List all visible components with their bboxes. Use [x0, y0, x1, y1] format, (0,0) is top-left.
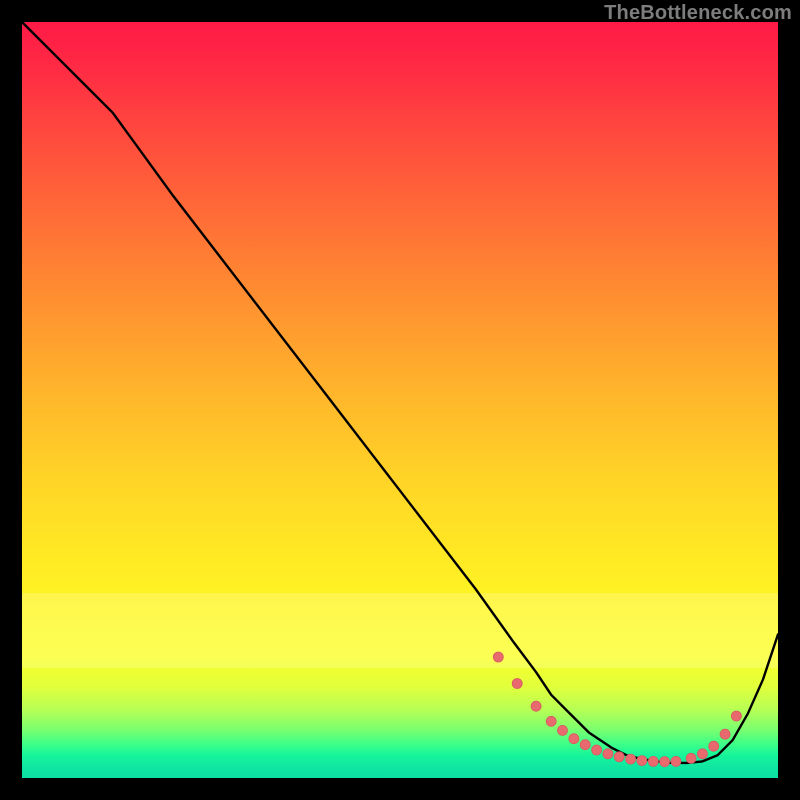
chart-overlay [22, 22, 778, 778]
data-dot [720, 729, 730, 739]
data-dot [697, 749, 707, 759]
data-dot [614, 752, 624, 762]
data-dot [493, 652, 503, 662]
data-dot [558, 725, 568, 735]
data-dot [660, 757, 670, 767]
data-dot [637, 756, 647, 766]
data-dot [626, 754, 636, 764]
stage: TheBottleneck.com [0, 0, 800, 800]
data-dot [569, 734, 579, 744]
data-dot [731, 711, 741, 721]
data-dot [546, 716, 556, 726]
data-dot [686, 753, 696, 763]
data-dot [512, 679, 522, 689]
data-dot [592, 745, 602, 755]
data-dot [603, 749, 613, 759]
data-dot [648, 756, 658, 766]
plot-area [22, 22, 778, 778]
data-dot [580, 740, 590, 750]
curve-layer [22, 22, 778, 763]
data-dot [671, 756, 681, 766]
watermark-text: TheBottleneck.com [604, 2, 792, 25]
data-dot [531, 701, 541, 711]
data-dot [709, 741, 719, 751]
bottleneck-curve [22, 22, 778, 763]
